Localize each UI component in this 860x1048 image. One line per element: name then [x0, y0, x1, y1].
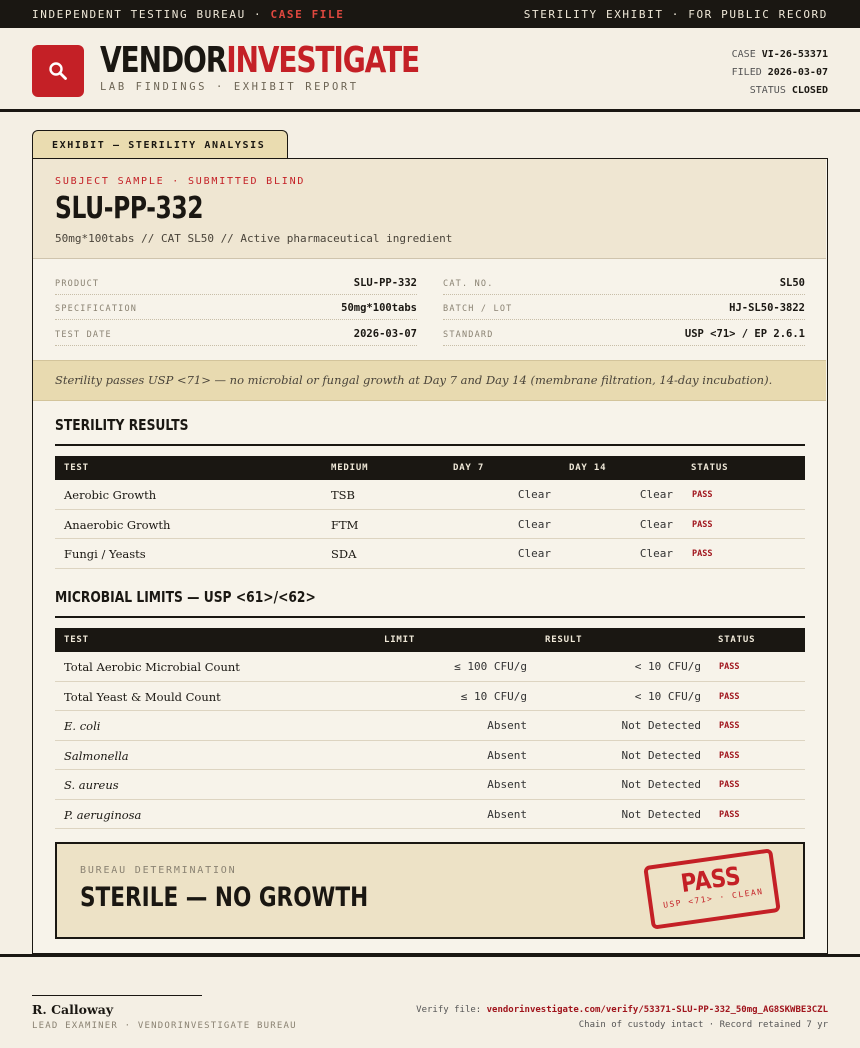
table-row: Total Yeast & Mould Count ≤ 10 CFU/g < 1… [55, 682, 805, 711]
top-bar-left: INDEPENDENT TESTING BUREAU · CASE FILE [32, 8, 344, 21]
status-badge: PASS [692, 519, 713, 530]
bureau-label: INDEPENDENT TESTING BUREAU [32, 7, 246, 21]
table-row: Total Aerobic Microbial Count ≤ 100 CFU/… [55, 652, 805, 682]
spec-row: BATCH / LOT HJ-SL50-3822 [443, 295, 805, 320]
spec-row: STANDARD USP <71> / EP 2.6.1 [443, 320, 805, 346]
top-bar-right: STERILITY EXHIBIT · FOR PUBLIC RECORD [523, 7, 828, 21]
examiner-name: R. Calloway [32, 1002, 114, 1017]
table-row: Fungi / Yeasts SDA Clear Clear PASS [55, 539, 805, 569]
pass-stamp: PASS USP <71> · CLEAN [643, 848, 781, 930]
status-badge: PASS [692, 549, 713, 559]
status-badge: PASS [719, 691, 740, 702]
status-badge: PASS [719, 721, 740, 731]
determination-title: STERILE — NO GROWTH [80, 882, 369, 913]
table-row: Aerobic Growth TSB Clear Clear PASS [55, 480, 805, 510]
case-number: CASE VI-26-53371 [731, 49, 828, 60]
brand-part-investigate: INVESTIGATE [226, 40, 420, 81]
brand-part-vendor: VENDOR [100, 40, 227, 81]
spec-row: TEST DATE 2026-03-07 [55, 320, 417, 346]
tagline: LAB FINDINGS · EXHIBIT REPORT [100, 81, 359, 93]
top-bar: INDEPENDENT TESTING BUREAU · CASE FILE S… [0, 0, 860, 28]
spec-row: PRODUCT SLU-PP-332 [55, 269, 417, 295]
magnifier-icon [49, 62, 67, 80]
table-header: TEST LIMIT RESULT STATUS [55, 628, 805, 652]
determination-label: BUREAU DETERMINATION [80, 865, 237, 876]
table-row: S. aureus Absent Not Detected PASS [55, 770, 805, 800]
subject-label: SUBJECT SAMPLE · SUBMITTED BLIND [55, 176, 306, 187]
header: VENDORINVESTIGATE LAB FINDINGS · EXHIBIT… [0, 28, 860, 112]
sterility-title: STERILITY RESULTS [55, 416, 189, 434]
table-row: Anaerobic Growth FTM Clear Clear PASS [55, 510, 805, 539]
exhibit-tab[interactable]: EXHIBIT — STERILITY ANALYSIS [32, 130, 288, 160]
status-badge: PASS [719, 750, 740, 761]
filed-date: FILED 2026-03-07 [731, 67, 828, 78]
table-row: E. coli Absent Not Detected PASS [55, 711, 805, 741]
spec-left: PRODUCT SLU-PP-332 SPECIFICATION 50mg*100t… [55, 269, 417, 346]
verify-file: Verify file: vendorinvestigate.com/verif… [416, 1005, 828, 1015]
table-row: Salmonella Absent Not Detected PASS [55, 741, 805, 770]
subject-panel: SUBJECT SAMPLE · SUBMITTED BLIND SLU-PP-… [33, 159, 826, 259]
spec-right: CAT. NO. SL50 BATCH / LOT HJ-SL50-3822 STA… [443, 269, 805, 346]
verify-label: Verify file: [416, 1005, 487, 1015]
spec-row: SPECIFICATION 50mg*100tabs [55, 295, 417, 320]
signature-line [32, 995, 202, 996]
examiner-role: LEAD EXAMINER · VENDORINVESTIGATE BUREAU [32, 1021, 297, 1031]
table-row: P. aeruginosa Absent Not Detected PASS [55, 800, 805, 829]
section-rule [55, 444, 805, 446]
status-badge: PASS [719, 809, 740, 820]
case-status: STATUS CLOSED [749, 85, 828, 96]
microbial-table: TEST LIMIT RESULT STATUS Total Aerobic M… [55, 628, 805, 829]
case-meta: CASE VI-26-53371 FILED 2026-03-07 STATUS… [732, 46, 828, 100]
summary-note: Sterility passes USP <71> — no microbial… [33, 360, 826, 401]
exhibit-card: SUBJECT SAMPLE · SUBMITTED BLIND SLU-PP-… [32, 158, 828, 954]
sterility-table: TEST MEDIUM DAY 7 DAY 14 STATUS Aerobic … [55, 456, 805, 569]
verify-link[interactable]: vendorinvestigate.com/verify/53371-SLU-P… [487, 1005, 828, 1015]
logo[interactable] [32, 45, 84, 97]
subject-description: 50mg*100tabs // CAT SL50 // Active pharm… [55, 232, 453, 245]
subject-title: SLU-PP-332 [55, 191, 204, 226]
microbial-title: MICROBIAL LIMITS — USP <61>/<62> [55, 588, 316, 606]
status-badge: PASS [719, 662, 740, 672]
case-file-label: CASE FILE [270, 7, 345, 21]
custody-note: Chain of custody intact · Record retaine… [578, 1020, 828, 1030]
status-badge: PASS [719, 780, 740, 790]
brand-wordmark: VENDORINVESTIGATE [100, 40, 420, 81]
footer-divider [0, 954, 860, 957]
top-bar-separator: · [245, 7, 271, 21]
section-rule [55, 616, 805, 618]
status-badge: PASS [692, 490, 713, 500]
table-header: TEST MEDIUM DAY 7 DAY 14 STATUS [55, 456, 805, 480]
spec-row: CAT. NO. SL50 [443, 269, 805, 295]
bureau-determination: BUREAU DETERMINATION STERILE — NO GROWTH… [55, 842, 805, 939]
